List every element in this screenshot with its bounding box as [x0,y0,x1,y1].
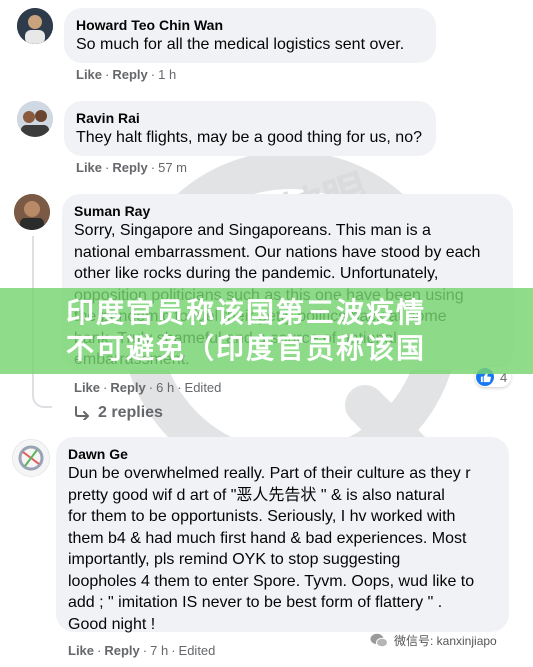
like-button[interactable]: Like [74,380,100,395]
comment-author[interactable]: Ravin Rai [76,109,424,127]
comment-text: They halt flights, may be a good thing f… [76,129,422,146]
headline-banner: 印度官员称该国第三波疫情 不可避免（印度官员称该国 [0,288,533,374]
comment-text: So much for all the medical logistics se… [76,36,405,53]
like-button[interactable]: Like [76,160,102,175]
comment-time[interactable]: 57 m [158,160,187,175]
comment-actions: Like · Reply · 1 h [76,67,177,82]
wechat-icon [370,633,388,648]
avatar[interactable] [14,194,50,230]
banner-line-1: 印度官员称该国第三波疫情 [66,296,427,329]
reply-arrow-icon [75,406,89,420]
edited-label[interactable]: Edited [179,643,216,658]
wechat-label: 微信号: kanxinjiapo [394,634,497,648]
comment-actions: Like · Reply · 57 m [76,160,188,175]
replies-count: 2 replies [98,404,163,421]
comment-actions: Like · Reply · 6 h · Edited [74,380,222,395]
comment-bubble: Howard Teo Chin Wan So much for all the … [64,8,436,63]
comment-time[interactable]: 7 h [150,643,168,658]
avatar[interactable] [12,439,50,477]
comment-author[interactable]: Suman Ray [74,202,501,220]
reply-button[interactable]: Reply [110,380,145,395]
comment-text: Dun be overwhelmed really. Part of their… [68,465,475,633]
reply-button[interactable]: Reply [104,643,139,658]
comment-actions: Like · Reply · 7 h · Edited [68,643,216,658]
comment-author[interactable]: Howard Teo Chin Wan [76,16,424,34]
like-button[interactable]: Like [68,643,94,658]
comment-bubble: Dawn Ge Dun be overwhelmed really. Part … [56,437,509,633]
edited-label[interactable]: Edited [185,380,222,395]
comment-bubble: Ravin Rai They halt flights, may be a go… [64,101,436,156]
reply-button[interactable]: Reply [112,160,147,175]
banner-line-2: 不可避免（印度官员称该国 [66,332,427,365]
comment-time[interactable]: 1 h [158,67,176,82]
avatar[interactable] [17,8,53,44]
view-replies-button[interactable]: 2 replies [74,404,163,422]
like-button[interactable]: Like [76,67,102,82]
comment-time[interactable]: 6 h [156,380,174,395]
wechat-source-tag: 微信号: kanxinjiapo [370,632,497,649]
avatar[interactable] [17,101,53,137]
reply-button[interactable]: Reply [112,67,147,82]
comment-author[interactable]: Dawn Ge [68,445,497,463]
